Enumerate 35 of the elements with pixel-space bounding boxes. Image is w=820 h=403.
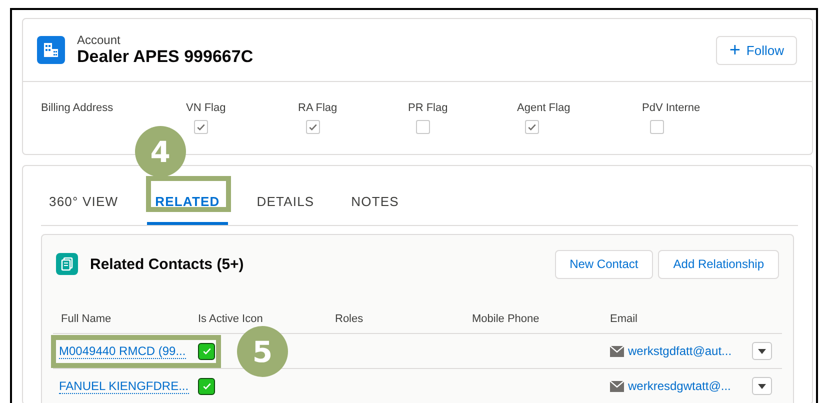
caret-icon: [758, 348, 766, 354]
object-type-label: Account: [77, 33, 122, 47]
email-link[interactable]: werkstgdfatt@aut...: [628, 344, 732, 358]
tab[interactable]: NOTES: [343, 180, 407, 225]
tab[interactable]: DETAILS: [248, 180, 322, 225]
field-label: Billing Address: [41, 102, 114, 114]
record-title: Dealer APES 999667C: [77, 47, 254, 67]
check-icon: [202, 346, 212, 356]
tab[interactable]: 360° VIEW: [41, 180, 126, 225]
field-label: VN Flag: [186, 102, 227, 114]
field-label: RA Flag: [298, 102, 338, 114]
caret-icon: [758, 384, 766, 388]
row-menu-button[interactable]: [752, 377, 772, 395]
column-header: Roles: [334, 313, 364, 325]
column-header: Is Active Icon: [197, 313, 264, 325]
field-label: PdV Interne: [642, 102, 702, 114]
action-button[interactable]: Add Relationship: [658, 250, 779, 278]
column-header: Mobile Phone: [471, 313, 540, 325]
envelope-icon: [610, 380, 624, 392]
follow-button[interactable]: + Follow: [716, 36, 797, 64]
column-header: Full Name: [60, 313, 112, 325]
envelope-icon: [610, 346, 624, 356]
email-link[interactable]: werkresdgwtatt@...: [628, 379, 731, 393]
action-button[interactable]: New Contact: [554, 250, 654, 278]
related-list-title: Related Contacts (5+): [90, 256, 245, 272]
contact-name-link[interactable]: M0049440 RMCD (99...: [59, 344, 186, 358]
contacts-icon: [56, 253, 78, 275]
check-icon: [202, 380, 212, 390]
contact-name-link[interactable]: FANUEL KIENGFDRE...: [59, 378, 189, 394]
field-label: PR Flag: [408, 102, 449, 114]
step-badge: 5: [237, 326, 288, 377]
row-menu-button[interactable]: [752, 342, 772, 360]
account-icon: [37, 36, 65, 64]
column-header: Email: [609, 313, 639, 325]
field-label: Agent Flag: [517, 102, 572, 114]
